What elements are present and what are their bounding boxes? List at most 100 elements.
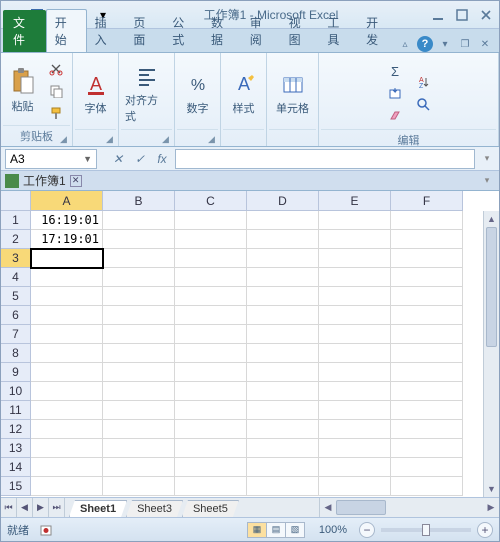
clipboard-dialog-launcher[interactable]: ◢ bbox=[60, 134, 70, 144]
row-header-9[interactable]: 9 bbox=[1, 363, 31, 382]
cell-A4[interactable] bbox=[31, 268, 103, 287]
copy-icon[interactable] bbox=[45, 81, 67, 101]
cell-A1[interactable]: 16:19:01 bbox=[31, 211, 103, 230]
cell-F5[interactable] bbox=[391, 287, 463, 306]
cell-E14[interactable] bbox=[319, 458, 391, 477]
number-button[interactable]: % 数字 bbox=[180, 68, 216, 118]
cell-C13[interactable] bbox=[175, 439, 247, 458]
workbook-strip-menu-icon[interactable]: ▾ bbox=[479, 175, 495, 186]
cell-E4[interactable] bbox=[319, 268, 391, 287]
cancel-formula-icon[interactable]: ✕ bbox=[109, 150, 127, 168]
column-header-B[interactable]: B bbox=[103, 191, 175, 211]
cell-B12[interactable] bbox=[103, 420, 175, 439]
cell-A10[interactable] bbox=[31, 382, 103, 401]
minimize-ribbon-icon[interactable]: ▵ bbox=[397, 37, 413, 51]
column-header-A[interactable]: A bbox=[31, 191, 103, 211]
cell-A11[interactable] bbox=[31, 401, 103, 420]
ribbon-tab-developer[interactable]: 开发 bbox=[358, 10, 397, 52]
row-header-8[interactable]: 8 bbox=[1, 344, 31, 363]
cell-D8[interactable] bbox=[247, 344, 319, 363]
scroll-left-icon[interactable]: ◀ bbox=[320, 498, 336, 517]
view-page-layout-icon[interactable]: ▤ bbox=[266, 522, 286, 538]
cell-C12[interactable] bbox=[175, 420, 247, 439]
sheet-nav-last-icon[interactable]: ⏭ bbox=[49, 498, 65, 517]
cell-B8[interactable] bbox=[103, 344, 175, 363]
maximize-button[interactable] bbox=[453, 6, 471, 24]
file-tab[interactable]: 文件 bbox=[3, 10, 46, 52]
styles-button[interactable]: A 样式 bbox=[226, 68, 262, 118]
column-header-F[interactable]: F bbox=[391, 191, 463, 211]
enter-formula-icon[interactable]: ✓ bbox=[131, 150, 149, 168]
ribbon-tab-review[interactable]: 审阅 bbox=[242, 10, 281, 52]
fx-icon[interactable]: fx bbox=[153, 150, 171, 168]
row-header-7[interactable]: 7 bbox=[1, 325, 31, 344]
cell-B1[interactable] bbox=[103, 211, 175, 230]
cell-A6[interactable] bbox=[31, 306, 103, 325]
zoom-out-button[interactable]: − bbox=[359, 522, 375, 538]
ribbon-tab-tools[interactable]: 工具 bbox=[319, 10, 358, 52]
clear-icon[interactable] bbox=[384, 105, 406, 125]
find-select-icon[interactable] bbox=[412, 94, 434, 114]
cell-D10[interactable] bbox=[247, 382, 319, 401]
doc-minimize-icon[interactable]: ▾ bbox=[437, 37, 453, 51]
formula-input[interactable] bbox=[175, 149, 475, 169]
cell-C7[interactable] bbox=[175, 325, 247, 344]
ribbon-tab-formulas[interactable]: 公式 bbox=[164, 10, 203, 52]
ribbon-tab-home[interactable]: 开始 bbox=[46, 9, 87, 52]
scroll-down-icon[interactable]: ▼ bbox=[484, 481, 499, 497]
close-button[interactable] bbox=[477, 6, 495, 24]
vertical-scrollbar[interactable]: ▲ ▼ bbox=[483, 211, 499, 497]
cell-D7[interactable] bbox=[247, 325, 319, 344]
cell-D3[interactable] bbox=[247, 249, 319, 268]
font-button[interactable]: A 字体 bbox=[78, 68, 114, 118]
fill-icon[interactable] bbox=[384, 83, 406, 103]
cell-A15[interactable] bbox=[31, 477, 103, 496]
sheet-nav-next-icon[interactable]: ▶ bbox=[33, 498, 49, 517]
row-header-13[interactable]: 13 bbox=[1, 439, 31, 458]
cell-C4[interactable] bbox=[175, 268, 247, 287]
view-normal-icon[interactable]: ▦ bbox=[247, 522, 267, 538]
workbook-close-icon[interactable]: ✕ bbox=[70, 175, 82, 187]
row-header-1[interactable]: 1 bbox=[1, 211, 31, 230]
cell-A13[interactable] bbox=[31, 439, 103, 458]
minimize-button[interactable] bbox=[429, 6, 447, 24]
cell-B3[interactable] bbox=[103, 249, 175, 268]
row-header-12[interactable]: 12 bbox=[1, 420, 31, 439]
cell-A14[interactable] bbox=[31, 458, 103, 477]
cell-F13[interactable] bbox=[391, 439, 463, 458]
paste-button[interactable]: 粘贴 bbox=[5, 66, 41, 116]
cell-B14[interactable] bbox=[103, 458, 175, 477]
sheet-nav-prev-icon[interactable]: ◀ bbox=[17, 498, 33, 517]
expand-formula-bar-icon[interactable]: ▾ bbox=[479, 153, 495, 164]
cell-B4[interactable] bbox=[103, 268, 175, 287]
cell-E2[interactable] bbox=[319, 230, 391, 249]
ribbon-tab-view[interactable]: 视图 bbox=[281, 10, 320, 52]
cell-B9[interactable] bbox=[103, 363, 175, 382]
cell-C6[interactable] bbox=[175, 306, 247, 325]
cell-D14[interactable] bbox=[247, 458, 319, 477]
cell-C1[interactable] bbox=[175, 211, 247, 230]
cell-C15[interactable] bbox=[175, 477, 247, 496]
row-header-14[interactable]: 14 bbox=[1, 458, 31, 477]
cell-E13[interactable] bbox=[319, 439, 391, 458]
cell-A2[interactable]: 17:19:01 bbox=[31, 230, 103, 249]
cell-E6[interactable] bbox=[319, 306, 391, 325]
zoom-slider-knob[interactable] bbox=[422, 524, 430, 536]
format-painter-icon[interactable] bbox=[45, 103, 67, 123]
cell-D5[interactable] bbox=[247, 287, 319, 306]
cell-B6[interactable] bbox=[103, 306, 175, 325]
row-header-3[interactable]: 3 bbox=[1, 249, 31, 268]
sheet-nav-first-icon[interactable]: ⏮ bbox=[1, 498, 17, 517]
sheet-tab-sheet3[interactable]: Sheet3 bbox=[126, 500, 183, 517]
cell-F4[interactable] bbox=[391, 268, 463, 287]
scroll-right-icon[interactable]: ▶ bbox=[483, 498, 499, 517]
cell-B13[interactable] bbox=[103, 439, 175, 458]
cell-D15[interactable] bbox=[247, 477, 319, 496]
ribbon-tab-data[interactable]: 数据 bbox=[203, 10, 242, 52]
cell-F9[interactable] bbox=[391, 363, 463, 382]
sheet-tab-sheet1[interactable]: Sheet1 bbox=[69, 500, 127, 517]
row-header-5[interactable]: 5 bbox=[1, 287, 31, 306]
zoom-slider[interactable] bbox=[381, 528, 471, 532]
scroll-up-icon[interactable]: ▲ bbox=[484, 211, 499, 227]
cell-B15[interactable] bbox=[103, 477, 175, 496]
